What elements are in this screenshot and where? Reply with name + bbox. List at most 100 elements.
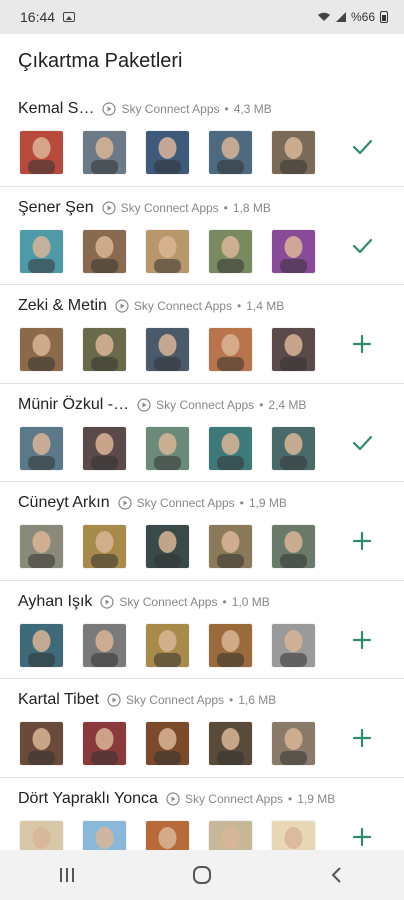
meta-separator: • xyxy=(288,791,293,806)
pack-meta: Sky Connect Apps • 1,8 MB xyxy=(102,201,271,215)
pack-publisher: Sky Connect Apps xyxy=(136,496,235,510)
sticker-thumbnail xyxy=(272,525,315,568)
pack-header: Münir Özkul -… Sky Connect Apps • 2,4 MB xyxy=(18,394,384,416)
play-store-icon xyxy=(102,102,117,116)
pack-size: 2,4 MB xyxy=(268,397,307,412)
sticker-thumbnail xyxy=(272,229,315,273)
sticker-thumbnail xyxy=(20,426,63,470)
play-store-icon xyxy=(118,496,132,510)
pack-name: Şener Şen xyxy=(18,198,94,216)
play-store-icon xyxy=(137,397,151,412)
pack-publisher: Sky Connect Apps xyxy=(125,693,224,707)
pack-header: Kemal S… Sky Connect Apps • 4,3 MB xyxy=(18,98,384,120)
sticker-preview-strip xyxy=(20,328,315,371)
check-icon[interactable] xyxy=(350,431,374,455)
pack-name: Ayhan Işık xyxy=(18,592,93,610)
pack-size: 1,9 MB xyxy=(248,496,287,510)
pack-name: Kemal S… xyxy=(18,100,95,117)
sticker-pack-row[interactable]: Kemal S… Sky Connect Apps • 4,3 MB xyxy=(0,88,404,187)
add-icon[interactable] xyxy=(350,628,374,652)
sticker-thumbnail xyxy=(209,722,252,765)
add-icon[interactable] xyxy=(350,825,374,849)
signal-icon xyxy=(335,12,346,22)
sticker-preview-strip xyxy=(20,525,315,568)
pack-meta: Sky Connect Apps • 4,3 MB xyxy=(102,102,272,116)
sticker-preview-strip xyxy=(20,722,315,765)
recent-apps-button[interactable] xyxy=(47,855,87,895)
pack-name: Dört Yapraklı Yonca xyxy=(18,789,158,807)
pack-name: Münir Özkul -… xyxy=(18,395,130,413)
check-icon[interactable] xyxy=(350,234,374,258)
pack-name: Kartal Tibet xyxy=(18,691,99,708)
add-icon[interactable] xyxy=(350,332,374,356)
sticker-thumbnail xyxy=(20,820,63,850)
pack-publisher: Sky Connect Apps xyxy=(119,594,218,609)
meta-separator: • xyxy=(236,299,242,313)
sticker-thumbnail xyxy=(146,722,189,765)
sticker-thumbnail xyxy=(146,623,189,667)
sticker-pack-row[interactable]: Münir Özkul -… Sky Connect Apps • 2,4 MB xyxy=(0,384,404,482)
pack-publisher: Sky Connect Apps xyxy=(156,397,255,412)
play-store-icon xyxy=(102,200,116,215)
pack-publisher: Sky Connect Apps xyxy=(121,102,220,116)
sticker-thumbnail xyxy=(83,426,126,470)
sticker-preview-strip xyxy=(20,131,315,174)
sticker-pack-row[interactable]: Cüneyt Arkın Sky Connect Apps • 1,9 MB xyxy=(0,482,404,581)
sticker-thumbnail xyxy=(146,131,189,174)
sticker-pack-row[interactable]: Dört Yapraklı Yonca Sky Connect Apps • 1,9 … xyxy=(0,778,404,850)
add-icon[interactable] xyxy=(350,726,374,750)
pack-size: 4,3 MB xyxy=(233,102,272,116)
pack-meta: Sky Connect Apps • 1,4 MB xyxy=(115,299,284,313)
recent-apps-icon xyxy=(60,868,75,882)
pack-size: 1,4 MB xyxy=(246,299,285,313)
sticker-thumbnail xyxy=(146,426,189,470)
pack-meta: Sky Connect Apps • 2,4 MB xyxy=(137,398,306,412)
check-icon[interactable] xyxy=(350,135,374,159)
pack-name: Zeki & Metin xyxy=(18,297,107,314)
status-right: %66 xyxy=(317,10,388,24)
sticker-preview-strip xyxy=(20,820,315,850)
gallery-icon xyxy=(63,12,76,22)
meta-separator: • xyxy=(223,200,228,215)
sticker-pack-row[interactable]: Şener Şen Sky Connect Apps • 1,8 MB xyxy=(0,187,404,285)
add-icon[interactable] xyxy=(350,529,374,553)
play-store-icon xyxy=(100,594,115,609)
sticker-thumbnail xyxy=(272,820,315,850)
sticker-thumbnail xyxy=(272,131,315,174)
app-header: Çıkartma Paketleri xyxy=(0,34,404,88)
sticker-thumbnail xyxy=(209,229,252,273)
pack-publisher: Sky Connect Apps xyxy=(133,299,232,313)
sticker-thumbnail xyxy=(146,328,189,371)
sticker-thumbnail xyxy=(83,623,126,667)
sticker-pack-row[interactable]: Kartal Tibet Sky Connect Apps • 1,6 MB xyxy=(0,679,404,778)
meta-separator: • xyxy=(224,102,229,116)
pack-meta: Sky Connect Apps • 1,9 MB xyxy=(118,496,287,510)
pack-header: Ayhan Işık Sky Connect Apps • 1,0 MB xyxy=(18,591,384,613)
sticker-pack-list[interactable]: Kemal S… Sky Connect Apps • 4,3 MB Şener Şen… xyxy=(0,88,404,850)
sticker-thumbnail xyxy=(20,328,63,371)
sticker-thumbnail xyxy=(146,229,189,273)
pack-header: Cüneyt Arkın Sky Connect Apps • 1,9 MB xyxy=(18,492,384,514)
pack-meta: Sky Connect Apps • 1,9 MB xyxy=(166,792,335,806)
sticker-preview-strip xyxy=(20,229,315,273)
play-store-icon xyxy=(107,693,121,707)
back-button[interactable] xyxy=(317,855,357,895)
sticker-thumbnail xyxy=(83,131,126,174)
sticker-pack-row[interactable]: Zeki & Metin Sky Connect Apps • 1,4 MB xyxy=(0,285,404,384)
sticker-thumbnail xyxy=(83,820,126,850)
pack-publisher: Sky Connect Apps xyxy=(120,200,219,215)
sticker-thumbnail xyxy=(209,623,252,667)
pack-size: 1,8 MB xyxy=(232,200,271,215)
sticker-thumbnail xyxy=(20,623,63,667)
sticker-thumbnail xyxy=(83,722,126,765)
sticker-thumbnail xyxy=(20,229,63,273)
home-button[interactable] xyxy=(182,855,222,895)
sticker-thumbnail xyxy=(146,820,189,850)
home-icon xyxy=(192,866,211,884)
sticker-thumbnail xyxy=(272,328,315,371)
wifi-icon xyxy=(317,12,330,21)
sticker-thumbnail xyxy=(272,623,315,667)
sticker-pack-row[interactable]: Ayhan Işık Sky Connect Apps • 1,0 MB xyxy=(0,581,404,679)
status-bar: 16:44 %66 xyxy=(0,0,404,34)
sticker-thumbnail xyxy=(20,525,63,568)
